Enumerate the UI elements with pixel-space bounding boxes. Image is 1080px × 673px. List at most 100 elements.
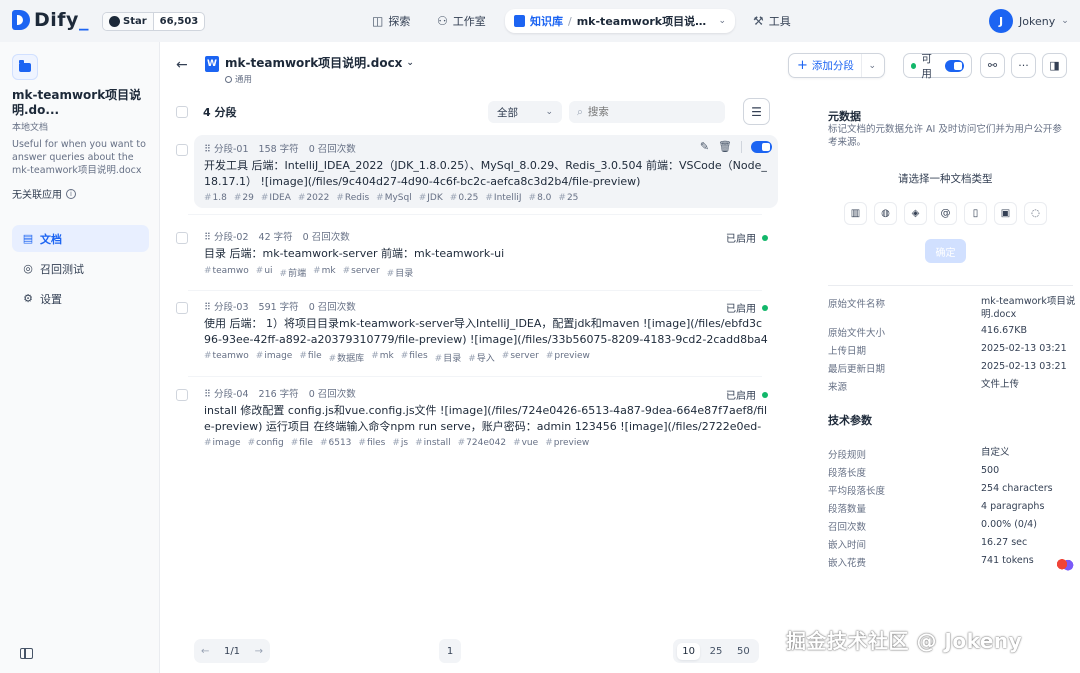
segment-hits: 0 召回次数 [308,302,356,313]
select-all-checkbox[interactable] [176,106,188,118]
segment-card[interactable]: ⠿ 分段-02 42 字符 0 召回次数 目录 后端：mk-teamwork-s… [194,223,778,283]
info-key: 最后更新日期 [828,364,886,375]
segment-id: ⠿ 分段-04 [204,389,249,400]
toggle-metadata-panel-button[interactable]: ◨ [1042,53,1067,78]
segment-card[interactable]: ⠿ 分段-01 158 字符 0 召回次数 开发工具 后端：IntelliJ_I… [194,135,778,208]
personal-document-type-icon[interactable]: ▯ [964,202,987,225]
paper-type-icon[interactable]: ◈ [904,202,927,225]
hammer-icon: ⚒ [753,14,764,28]
list-view-button[interactable]: ☰ [743,98,770,125]
choose-doc-type-label: 请选择一种文档类型 [898,173,993,185]
confirm-button[interactable]: 确定 [925,239,966,263]
trash-icon[interactable]: 🗑 [718,140,732,153]
info-row: 上传日期 2025-02-13 03:21 [828,343,1078,357]
nav-current-doc[interactable]: mk-teamwork项目说明.... [577,13,707,29]
user-menu[interactable]: J Jokeny ⌄ [989,9,1069,33]
keyword-tag: 前端 [280,266,306,279]
nav-studio[interactable]: ⚇ 工作室 [429,10,494,32]
segment-status: 已启用 [726,300,768,315]
segment-content: install 修改配置 config.js和vue.config.js文件 !… [204,404,768,433]
linked-apps-label: 无关联应用 [12,190,62,201]
document-enabled-toggle[interactable]: 可用 [903,52,972,80]
search-box[interactable]: ⌕ [569,101,725,123]
dataset-type: 本地文档 [12,123,49,133]
chevron-down-icon[interactable]: ⌄ [861,54,876,77]
info-value: 2025-02-13 03:21 [981,361,1067,372]
segment-checkbox[interactable] [176,389,188,401]
document-mode-label: 通用 [235,75,253,85]
info-key: 原始文件名称 [828,299,886,310]
tech-value: 4 paragraphs [981,501,1045,512]
segment-chars: 591 字符 [258,302,299,313]
search-input[interactable] [587,106,708,118]
segment-checkbox[interactable] [176,302,188,314]
next-page-icon[interactable]: → [255,646,263,657]
segment-keywords: 1.8 29 IDEA 2022 Redis MySql JDK 0.25 In… [204,193,768,206]
segment-checkbox[interactable] [176,232,188,244]
sidebar-item-documents[interactable]: ▤ 文档 [12,225,149,252]
document-title[interactable]: mk-teamwork项目说明.docx ⌄ [225,54,414,71]
keyword-tag: ui [256,266,272,279]
sidebar-item-hit-testing[interactable]: ◎ 召回测试 [12,255,149,282]
tech-row: 召回次数 0.00% (0/4) [828,519,1078,533]
social-media-type-icon[interactable]: @ [934,202,957,225]
page-size-option[interactable]: 10 [677,642,701,660]
segment-meta: ⠿ 分段-03 591 字符 0 召回次数 [204,299,768,313]
page-size-option[interactable]: 25 [705,643,728,660]
collapse-sidebar-icon[interactable] [20,648,33,659]
breadcrumb-separator: / [568,14,572,28]
book-icon [514,15,525,27]
github-star-badge[interactable]: Star 66,503 [102,12,206,31]
available-label: 可用 [921,52,932,80]
keyword-tag: install [415,438,451,451]
more-options-button[interactable]: ··· [1011,53,1036,78]
info-value: 416.67KB [981,325,1027,336]
add-segment-button[interactable]: + 添加分段 ⌄ [788,53,885,78]
sliders-icon: ⚯ [987,59,998,72]
brain-plugin-icon[interactable] [1055,557,1075,575]
sidebar-item-settings[interactable]: ⚙ 设置 [12,285,149,312]
im-chat-type-icon[interactable]: ◌ [1024,202,1047,225]
segment-settings-button[interactable]: ⚯ [980,53,1005,78]
nav-studio-label: 工作室 [452,15,486,28]
sidebar-item-label: 设置 [40,292,62,306]
nav-knowledge[interactable]: 知识库 / mk-teamwork项目说明.... ⌄ [505,9,735,33]
book-type-icon[interactable]: ▥ [844,202,867,225]
doc-type-options: ▥ ◍ ◈ @ ▯ ▣ ◌ [844,202,1047,225]
sidebar: mk-teamwork项目说明.do... 本地文档 Useful for wh… [0,42,160,673]
segment-card[interactable]: ⠿ 分段-03 591 字符 0 召回次数 使用 后端： 1）将项目目录mk-t… [194,293,778,369]
keyword-tag: mk [371,351,394,364]
word-file-icon: W [205,56,219,72]
segment-checkbox[interactable] [176,144,188,156]
edit-icon[interactable]: ✎ [700,140,709,153]
page-range: 1/1 [223,645,241,657]
prev-page-icon[interactable]: ← [201,646,209,657]
segment-meta: ⠿ 分段-02 42 字符 0 召回次数 [204,229,768,243]
avatar: J [989,9,1013,33]
status-filter-select[interactable]: 全部 ⌄ [488,101,562,123]
business-document-type-icon[interactable]: ▣ [994,202,1017,225]
keyword-tag: js [392,438,408,451]
linked-apps[interactable]: 无关联应用 i [12,186,76,201]
web-page-type-icon[interactable]: ◍ [874,202,897,225]
tech-row: 段落长度 500 [828,465,1078,479]
info-key: 来源 [828,382,848,393]
nav-tools[interactable]: ⚒ 工具 [745,10,799,32]
info-row: 原始文件名称 mk-teamwork项目说明.docx [828,296,1078,321]
tech-value: 500 [981,465,1000,476]
chevron-down-icon[interactable]: ⌄ [718,16,726,26]
keyword-tag: server [502,351,539,364]
segment-enable-switch[interactable] [751,140,772,153]
page-number: 1 [446,645,454,657]
dataset-name: mk-teamwork项目说明.do... [12,88,142,117]
page-size-option[interactable]: 50 [732,643,755,660]
nav-explore[interactable]: ◫ 探索 [364,10,418,32]
dify-logo[interactable]: Dify_ [12,9,89,31]
info-key: 原始文件大小 [828,328,886,339]
back-arrow-icon[interactable]: ← [176,57,188,73]
info-icon[interactable]: i [66,188,76,199]
divider [188,290,762,291]
enable-switch[interactable] [945,59,964,72]
page-number-button[interactable]: 1 [439,639,461,663]
segment-card[interactable]: ⠿ 分段-04 216 字符 0 召回次数 install 修改配置 confi… [194,380,778,456]
